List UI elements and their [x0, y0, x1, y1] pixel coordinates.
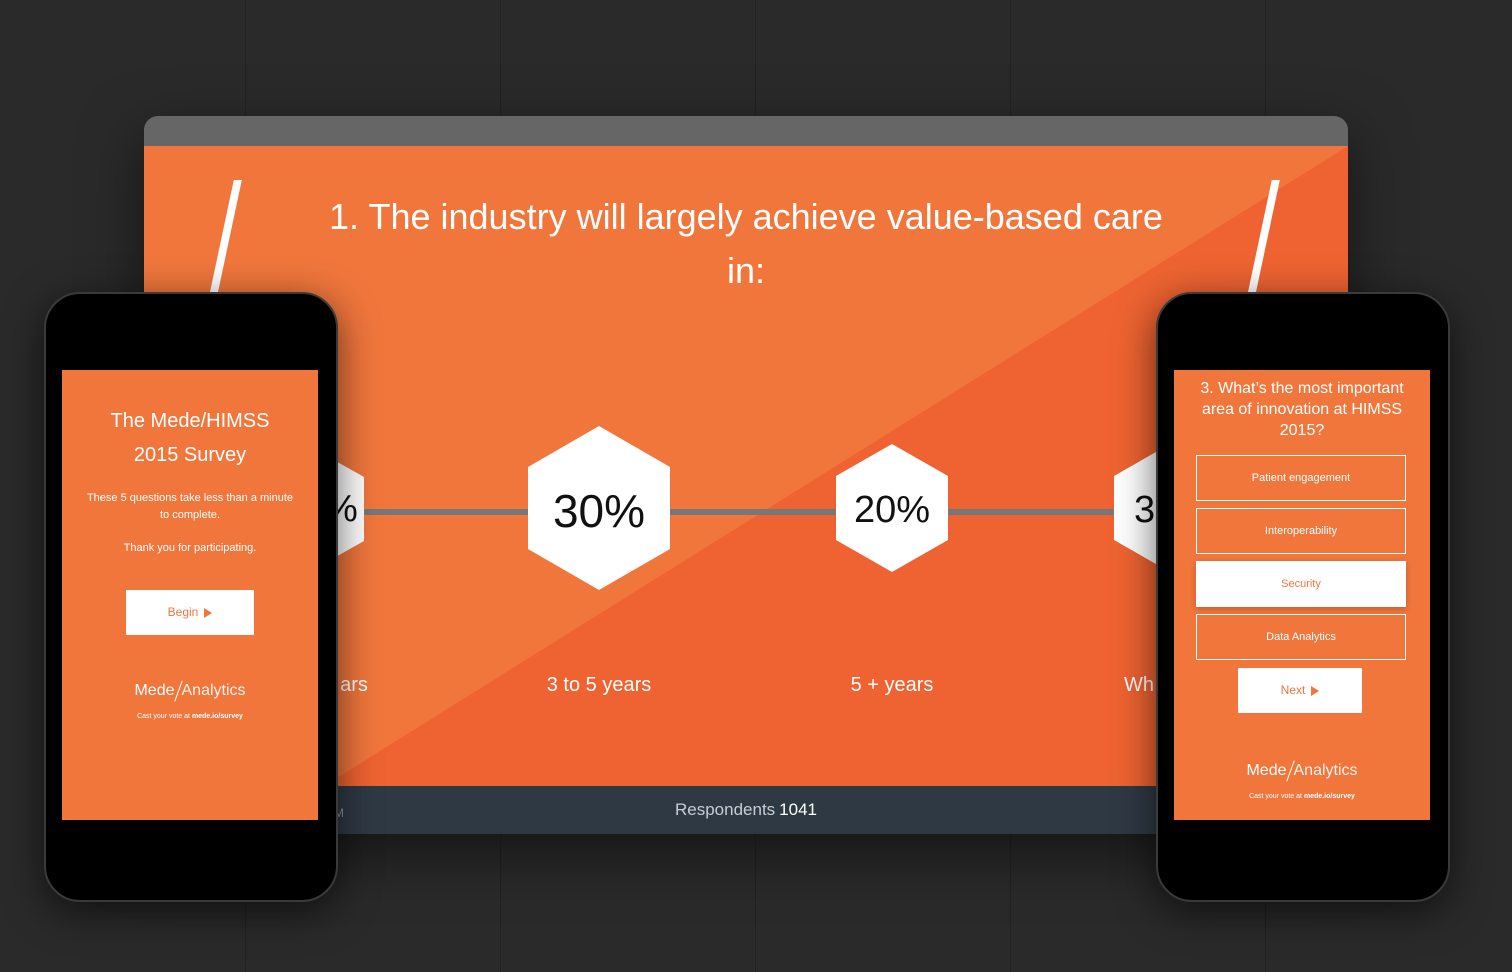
brand-left: Mede [1246, 762, 1287, 780]
choice-interoperability[interactable]: Interoperability [1196, 508, 1406, 554]
brand-logo: Mede Analytics [1174, 760, 1430, 782]
choice-security[interactable]: Security [1196, 561, 1406, 607]
respondents-count: 1041 [779, 800, 817, 819]
brand-right: Analytics [181, 682, 246, 700]
tagline-url: mede.io/survey [1303, 793, 1355, 800]
option-value: 20% [853, 489, 931, 531]
choice-patient-engagement[interactable]: Patient engagement [1196, 455, 1406, 501]
option-label-3: 5 + years [850, 674, 934, 696]
tagline-url: mede.io/survey [191, 713, 243, 720]
brand-logo: Mede Analytics [62, 680, 318, 702]
question-line2: area of innovation at HIMSS [1201, 401, 1403, 418]
intro-text-line2: to complete. [160, 509, 220, 521]
next-button[interactable]: Next [1238, 668, 1362, 713]
options-track [294, 509, 1114, 515]
monitor-top-bar [144, 116, 1348, 146]
survey-title-line2: 2015 Survey [133, 444, 247, 466]
tagline: Cast your vote at mede.io/survey [62, 713, 318, 720]
question-line3: 2015? [1279, 422, 1325, 439]
play-icon [1311, 685, 1320, 696]
tagline: Cast your vote at mede.io/survey [1174, 793, 1430, 800]
thanks-text: Thank you for participating. [123, 542, 257, 554]
tagline-prefix: Cast your vote at [1249, 793, 1302, 800]
brand-right: Analytics [1293, 762, 1358, 780]
respondents-label: Respondents [674, 800, 776, 819]
survey-title-line1: The Mede/HIMSS [110, 410, 270, 432]
option-label-2: 3 to 5 years [546, 674, 652, 696]
option-value: 30% [552, 485, 646, 537]
option-hex-3[interactable]: 20% [836, 444, 948, 572]
phone-left: The Mede/HIMSS 2015 Survey These 5 quest… [44, 292, 338, 902]
phone-left-screen: The Mede/HIMSS 2015 Survey These 5 quest… [62, 370, 318, 820]
play-icon [204, 607, 213, 618]
brand-left: Mede [134, 682, 175, 700]
phone-right-screen: 3. What’s the most important area of inn… [1174, 370, 1430, 820]
begin-button[interactable]: Begin [126, 590, 254, 635]
option-hex-2[interactable]: 30% [528, 426, 670, 590]
question-line1: 3. What’s the most important [1200, 380, 1404, 397]
intro-text-line1: These 5 questions take less than a minut… [86, 492, 294, 504]
tagline-prefix: Cast your vote at [137, 713, 190, 720]
choice-data-analytics[interactable]: Data Analytics [1196, 614, 1406, 660]
next-label: Next [1280, 683, 1306, 697]
phone-right: 3. What’s the most important area of inn… [1156, 292, 1450, 902]
begin-label: Begin [167, 605, 199, 619]
question-title: 1. The industry will largely achieve val… [329, 196, 1163, 291]
